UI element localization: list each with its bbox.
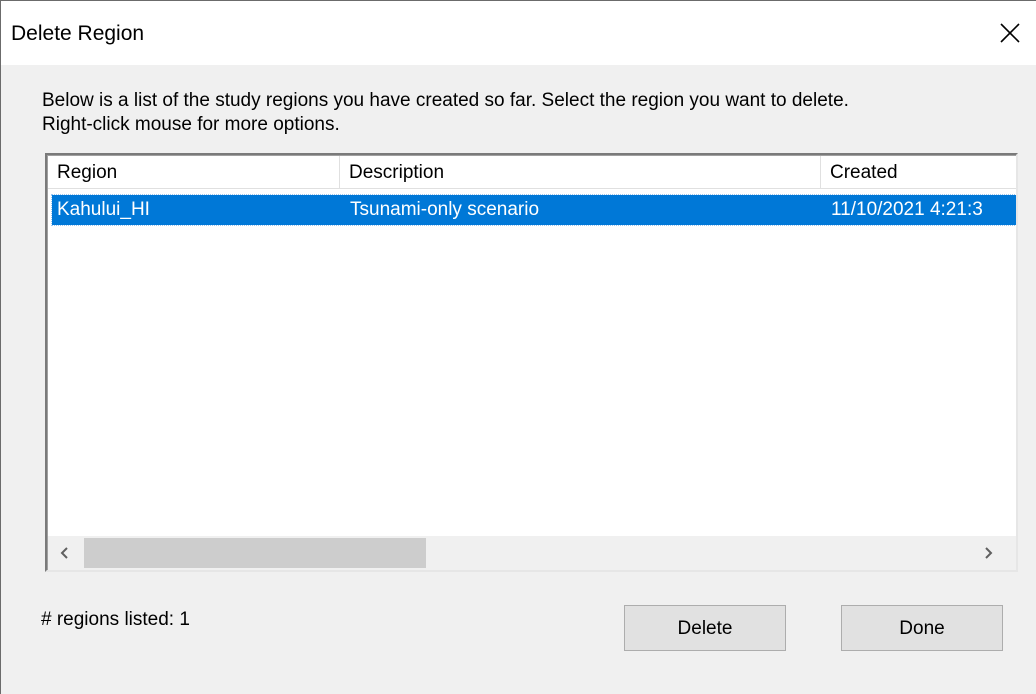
cell-description: Tsunami-only scenario bbox=[350, 199, 540, 220]
delete-button[interactable]: Delete bbox=[624, 605, 786, 651]
scroll-left-button[interactable] bbox=[48, 536, 82, 570]
instructions-line-2: Right-click mouse for more options. bbox=[42, 114, 340, 135]
list-header: Region Description Created bbox=[48, 156, 1016, 189]
instructions-line-1: Below is a list of the study regions you… bbox=[42, 90, 849, 111]
table-row[interactable]: Kahului_HI Tsunami-only scenario 11/10/2… bbox=[51, 194, 1016, 226]
list-view-content: Region Description Created Kahului_HI Ts… bbox=[47, 155, 1016, 570]
cell-region: Kahului_HI bbox=[57, 199, 150, 220]
title-bar: Delete Region bbox=[1, 1, 1036, 65]
dialog-window: Delete Region Below is a list of the stu… bbox=[0, 0, 1036, 694]
chevron-left-icon bbox=[60, 547, 68, 559]
scroll-right-button[interactable] bbox=[971, 536, 1005, 570]
close-icon bbox=[1000, 23, 1020, 43]
regions-count-label: # regions listed: 1 bbox=[41, 609, 190, 630]
column-header-description[interactable]: Description bbox=[340, 156, 821, 189]
regions-list-view[interactable]: Region Description Created Kahului_HI Ts… bbox=[45, 153, 1018, 572]
dialog-title: Delete Region bbox=[11, 22, 145, 45]
done-button[interactable]: Done bbox=[841, 605, 1003, 651]
close-button[interactable] bbox=[984, 1, 1036, 65]
chevron-right-icon bbox=[985, 547, 993, 559]
instructions-text: Below is a list of the study regions you… bbox=[42, 89, 1002, 137]
column-header-region[interactable]: Region bbox=[48, 156, 340, 189]
cell-created: 11/10/2021 4:21:3 bbox=[831, 199, 983, 220]
horizontal-scrollbar[interactable] bbox=[48, 536, 1016, 570]
column-header-created[interactable]: Created bbox=[821, 156, 1016, 189]
scrollbar-thumb[interactable] bbox=[84, 538, 426, 568]
